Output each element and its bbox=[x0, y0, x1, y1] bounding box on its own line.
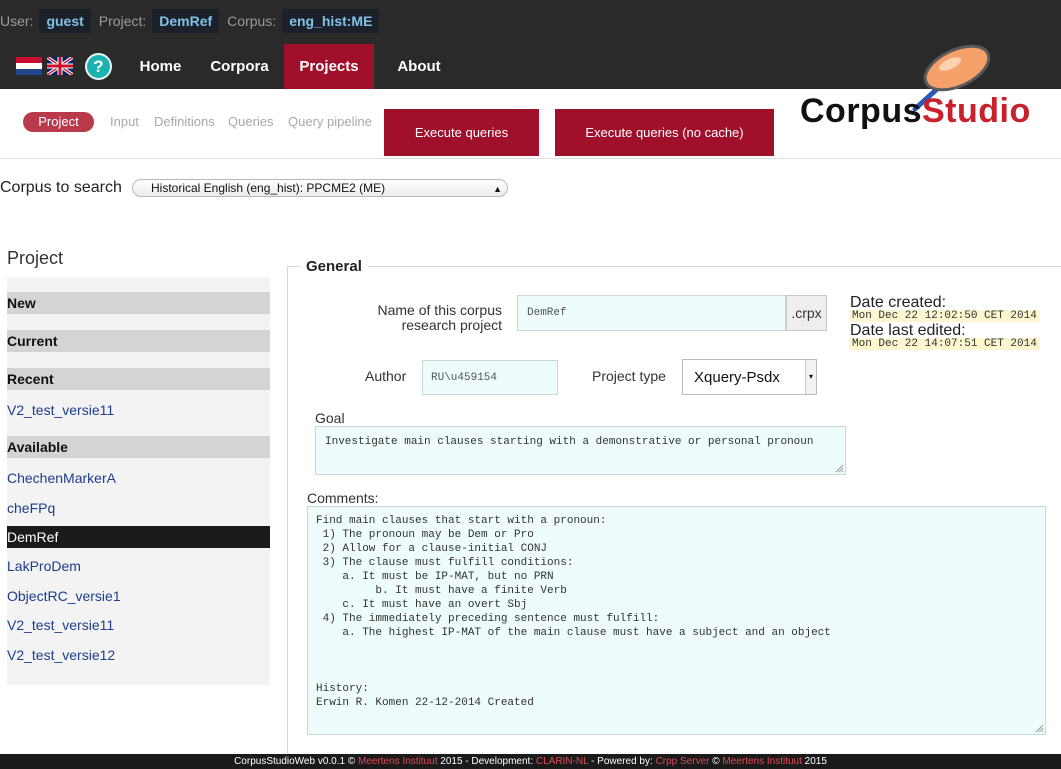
goal-textarea[interactable]: Investigate main clauses starting with a… bbox=[315, 426, 846, 475]
sidebar-item-project-active[interactable]: DemRef bbox=[7, 526, 270, 548]
comments-textarea[interactable]: Find main clauses that start with a pron… bbox=[307, 506, 1046, 735]
divider bbox=[0, 158, 1061, 159]
goal-label: Goal bbox=[315, 410, 345, 426]
file-extension: .crpx bbox=[786, 295, 827, 331]
app-logo: CorpusStudio bbox=[800, 92, 1031, 131]
sidebar-item-project[interactable]: cheFPq bbox=[7, 497, 270, 519]
nav-projects[interactable]: Projects bbox=[284, 44, 374, 89]
footer-text: - Powered by: bbox=[588, 756, 656, 767]
sidebar-item-project[interactable]: V2_test_versie11 bbox=[7, 614, 270, 636]
tab-definitions[interactable]: Definitions bbox=[154, 112, 215, 132]
sidebar-section-new[interactable]: New bbox=[7, 292, 270, 314]
sidebar-section-current[interactable]: Current bbox=[7, 330, 270, 352]
sidebar-item-project[interactable]: ChechenMarkerA bbox=[7, 467, 270, 489]
nav-home[interactable]: Home bbox=[128, 44, 193, 89]
execute-queries-nocache-button[interactable]: Execute queries (no cache) bbox=[555, 109, 774, 156]
flag-uk-icon[interactable] bbox=[47, 57, 73, 75]
sidebar-section-available: Available bbox=[7, 436, 270, 458]
footer-link-clarin[interactable]: CLARIN-NL bbox=[536, 756, 588, 767]
project-type-label: Project type bbox=[592, 368, 666, 384]
nav-about[interactable]: About bbox=[385, 44, 453, 89]
author-field[interactable]: RU\u459154 bbox=[422, 360, 558, 395]
footer-text: CorpusStudioWeb v0.0.1 © bbox=[234, 756, 358, 767]
logo-part1: Corpus bbox=[800, 92, 922, 130]
logo-part2: Studio bbox=[922, 92, 1031, 130]
project-label: Project: bbox=[98, 13, 147, 29]
footer-link-meertens[interactable]: Meertens Instituut bbox=[358, 756, 437, 767]
resize-grip-icon[interactable] bbox=[835, 464, 844, 473]
footer-text: 2015 - Development: bbox=[437, 756, 536, 767]
nav-corpora[interactable]: Corpora bbox=[200, 44, 279, 89]
footer-link-meertens-2[interactable]: Meertens Instituut bbox=[722, 756, 801, 767]
footer-text: 2015 bbox=[801, 756, 827, 767]
author-label: Author bbox=[365, 368, 407, 384]
general-legend: General bbox=[300, 258, 368, 275]
project-panel-title: Project bbox=[7, 248, 64, 268]
tab-project[interactable]: Project bbox=[23, 112, 94, 132]
resize-grip-icon[interactable] bbox=[1035, 724, 1044, 733]
corpus-select[interactable]: Historical English (eng_hist): PPCME2 (M… bbox=[132, 179, 508, 197]
execute-queries-button[interactable]: Execute queries bbox=[384, 109, 539, 156]
comments-label: Comments: bbox=[307, 490, 379, 506]
project-value: DemRef bbox=[152, 9, 220, 33]
corpus-value: eng_hist:ME bbox=[282, 9, 380, 33]
date-created-value: Mon Dec 22 12:02:50 CET 2014 bbox=[849, 310, 1040, 322]
session-info: User: guest Project: DemRef Corpus: eng_… bbox=[0, 8, 387, 34]
sidebar-item-project[interactable]: ObjectRC_versie1 bbox=[7, 585, 270, 607]
tab-queries[interactable]: Queries bbox=[228, 112, 274, 132]
select-arrow-icon: ▲ bbox=[493, 184, 502, 194]
sidebar-item-project[interactable]: V2_test_versie12 bbox=[7, 644, 270, 666]
sidebar-item-recent[interactable]: V2_test_versie11 bbox=[7, 399, 270, 421]
footer-link-crpp[interactable]: Crpp Server bbox=[656, 756, 710, 767]
sidebar-section-recent: Recent bbox=[7, 368, 270, 390]
project-type-select[interactable]: Xquery-Psdx ▾ bbox=[682, 359, 817, 395]
footer: CorpusStudioWeb v0.0.1 © Meertens Instit… bbox=[0, 754, 1061, 769]
project-name-field[interactable]: DemRef bbox=[517, 295, 786, 331]
flag-nl-icon[interactable] bbox=[16, 57, 42, 75]
project-type-value: Xquery-Psdx bbox=[694, 369, 780, 386]
footer-text: © bbox=[709, 756, 723, 767]
tab-query-pipeline[interactable]: Query pipeline bbox=[288, 112, 372, 132]
date-edited-value: Mon Dec 22 14:07:51 CET 2014 bbox=[849, 338, 1040, 350]
corpus-to-search-label: Corpus to search bbox=[0, 179, 122, 196]
help-icon[interactable]: ? bbox=[85, 53, 112, 80]
sidebar-item-project[interactable]: LakProDem bbox=[7, 555, 270, 577]
corpus-select-value: Historical English (eng_hist): PPCME2 (M… bbox=[151, 181, 386, 195]
corpus-label: Corpus: bbox=[227, 13, 277, 29]
project-name-label: Name of this corpus research project bbox=[377, 302, 503, 333]
select-arrow-icon: ▾ bbox=[805, 360, 816, 394]
user-label: User: bbox=[0, 13, 34, 29]
user-value: guest bbox=[39, 9, 91, 33]
tab-input[interactable]: Input bbox=[110, 112, 139, 132]
